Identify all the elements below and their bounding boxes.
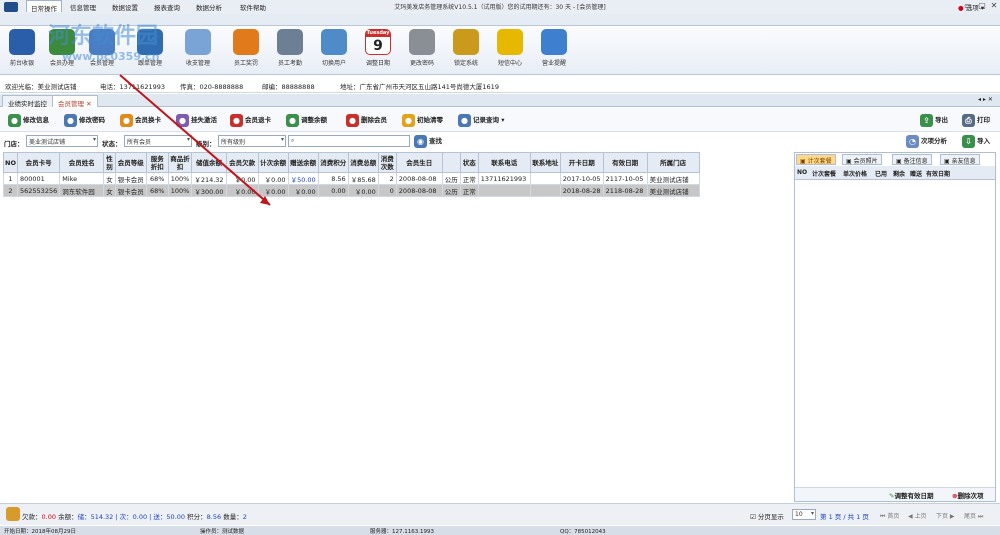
annotation-arrow — [119, 74, 271, 206]
